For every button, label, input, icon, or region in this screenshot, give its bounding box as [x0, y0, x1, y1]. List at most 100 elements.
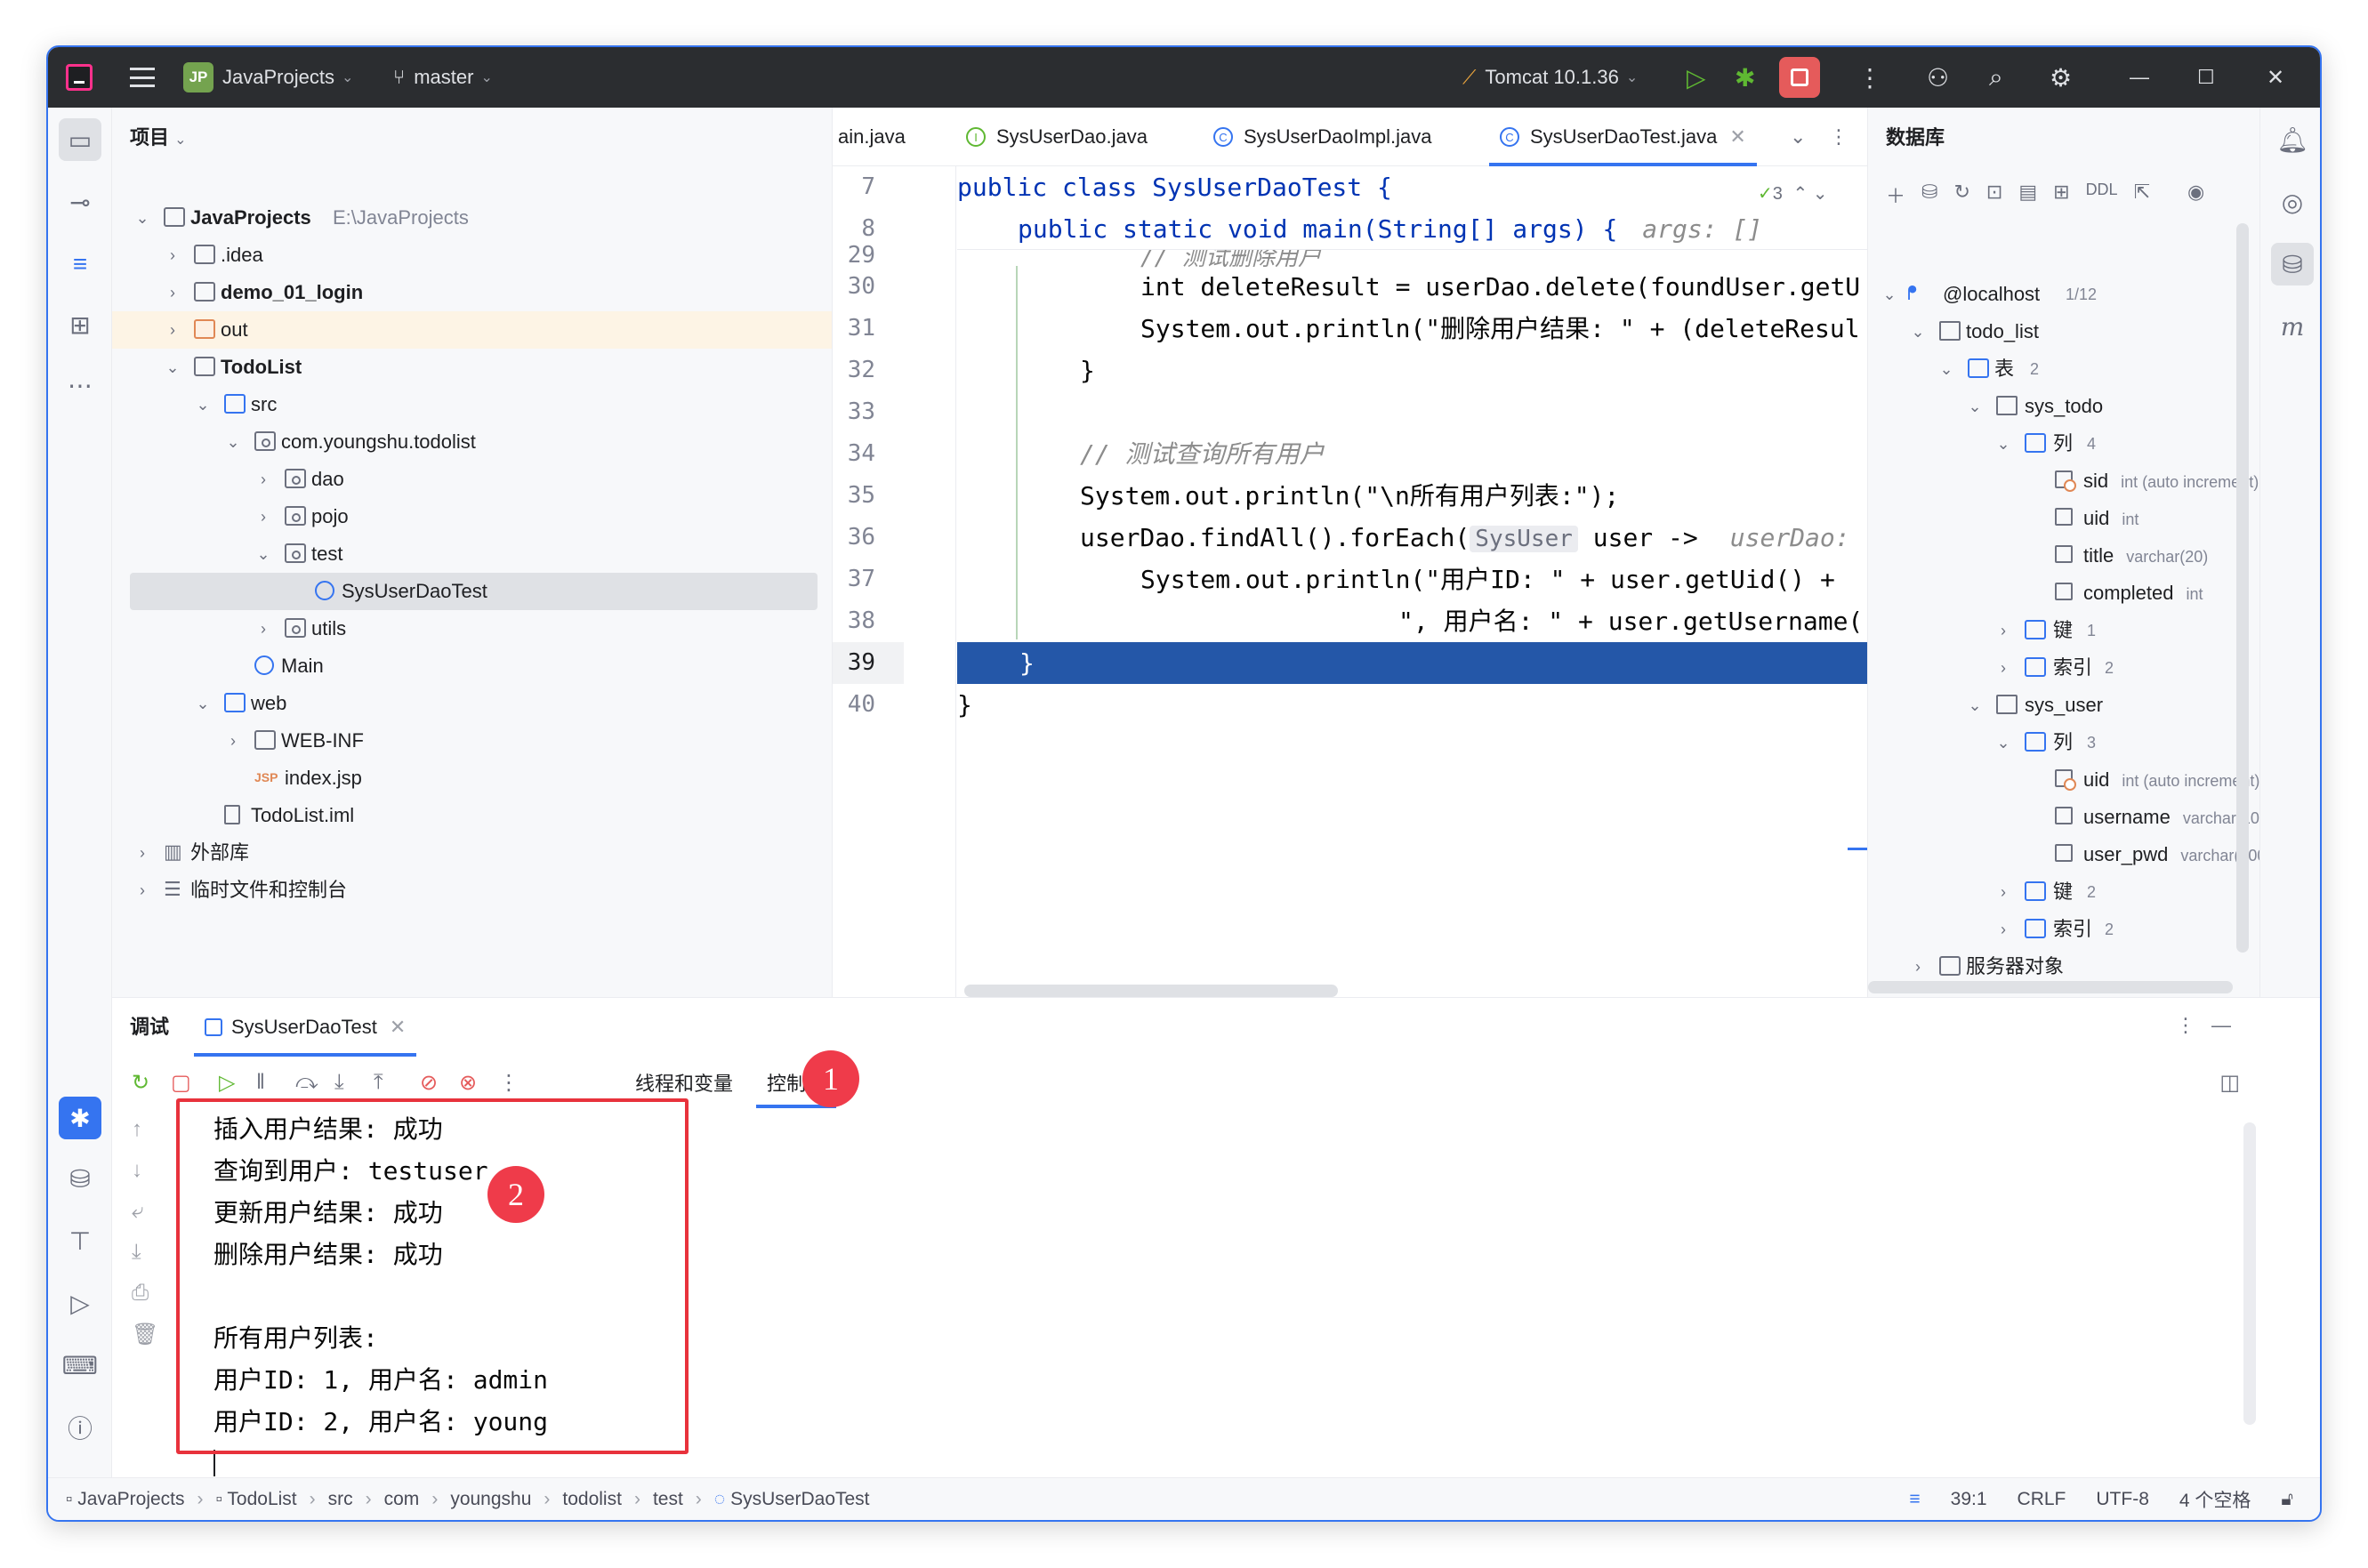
jump-icon[interactable]: ⇱	[2134, 181, 2150, 209]
ide-logo-icon[interactable]	[66, 47, 93, 108]
tab-sysuserdaoimpl[interactable]: C SysUserDaoImpl.java	[1213, 108, 1432, 166]
view-options-icon[interactable]: ◉	[2187, 181, 2204, 209]
breadcrumb-item[interactable]: ▫ JavaProjects	[66, 1489, 185, 1510]
stop-icon[interactable]: ▢	[171, 1070, 191, 1096]
mute-breakpoints-icon[interactable]: ⊗	[459, 1070, 477, 1096]
breadcrumb-item[interactable]: test	[653, 1489, 683, 1510]
code-line-40[interactable]: }	[957, 684, 972, 726]
lock-icon[interactable]: 🔓︎	[2281, 1489, 2293, 1510]
db-column-username[interactable]: username varchar(10)	[1868, 799, 2320, 836]
add-icon[interactable]: ＋	[1886, 181, 1905, 209]
code-line-36[interactable]: userDao.findAll().forEach(SysUser user -…	[1080, 517, 1850, 559]
debug-icon[interactable]: ✱	[1735, 47, 1755, 108]
layout-settings-icon[interactable]: ◫	[2219, 1070, 2240, 1096]
datasource-properties-icon[interactable]: ⛁	[1921, 181, 1937, 209]
debug-more-icon[interactable]: ⋮	[2176, 1014, 2195, 1037]
add-user-icon[interactable]: ⚇	[1927, 47, 1949, 108]
stop-refresh-icon[interactable]: ⊡	[1986, 181, 2002, 209]
code-line-31[interactable]: System.out.println("删除用户结果: " + (deleteR…	[1140, 308, 1860, 350]
structure-icon[interactable]: ≡	[1909, 1489, 1920, 1510]
db-tree-schema[interactable]: ⌄ todo_list	[1868, 313, 2320, 350]
tab-main-java[interactable]: ain.java	[838, 108, 906, 166]
debug-hide-icon[interactable]: —	[2211, 1014, 2231, 1037]
project-panel-title[interactable]: 项目 ⌄	[130, 122, 187, 150]
tree-item-test[interactable]: ⌄ test	[112, 535, 832, 573]
tree-item-src[interactable]: ⌄ src	[112, 386, 832, 423]
code-line-38[interactable]: ", 用户名: " + user.getUsername(	[1398, 600, 1863, 642]
caret-position[interactable]: 39:1	[1951, 1489, 1987, 1510]
commit-tool-icon[interactable]: ⊸	[59, 181, 101, 223]
code-area[interactable]: public class SysUserDaoTest { public sta…	[957, 166, 1867, 997]
line-separator[interactable]: CRLF	[2018, 1489, 2066, 1510]
db-tree-columns[interactable]: ⌄ 列4	[1868, 425, 2320, 462]
tree-item-out[interactable]: › out	[112, 311, 832, 349]
tree-item-todolist[interactable]: ⌄ TodoList	[112, 349, 832, 386]
build-tool-icon[interactable]: ⊤	[59, 1219, 101, 1262]
search-icon[interactable]: ⌕	[1989, 47, 2003, 108]
tab-sysuserdao[interactable]: I SysUserDao.java	[966, 108, 1148, 166]
tree-item-demo-01-login[interactable]: › demo_01_login	[112, 274, 832, 311]
tree-item-scratches[interactable]: › ☰ 临时文件和控制台	[112, 872, 832, 909]
db-tree-columns[interactable]: ⌄ 列3	[1868, 724, 2320, 761]
indent-setting[interactable]: 4 个空格	[2179, 1486, 2251, 1513]
problems-icon[interactable]: ⓘ	[59, 1406, 101, 1449]
maven-icon[interactable]: m	[2271, 305, 2314, 348]
console-scrollbar[interactable]	[2243, 1122, 2256, 1425]
db-tree-host[interactable]: ⌄ ᖰ @localhost 1/12	[1868, 276, 2320, 313]
tree-item-pojo[interactable]: › pojo	[112, 498, 832, 535]
services-icon[interactable]: ▷	[59, 1282, 101, 1324]
gear-icon[interactable]: ⚙	[2050, 47, 2072, 108]
breadcrumb-item[interactable]: src	[328, 1489, 353, 1510]
more-icon[interactable]: ⋮	[498, 1070, 520, 1096]
tree-item-todolist-iml[interactable]: TodoList.iml	[112, 797, 832, 834]
view-breakpoints-icon[interactable]: ⊘	[420, 1070, 438, 1096]
run-icon[interactable]: ▷	[1687, 47, 1706, 108]
inspection-ok-indicator[interactable]: ✓3 ⌃ ⌄	[1758, 182, 1828, 205]
ddl-button[interactable]: DDL	[2086, 181, 2118, 209]
db-tree-table-sys-user[interactable]: ⌄ sys_user	[1868, 687, 2320, 724]
breadcrumb-item[interactable]: com	[384, 1489, 420, 1510]
sticky-main-line[interactable]: public static void main(String[] args) {…	[957, 208, 1867, 250]
project-tool-icon[interactable]: ▭	[59, 118, 101, 161]
tree-item-dao[interactable]: › dao	[112, 461, 832, 498]
db-tree-tables[interactable]: ⌄ 表2	[1868, 350, 2320, 388]
db-tree-server-objects[interactable]: › 服务器对象	[1868, 948, 2320, 985]
structure-tool-icon[interactable]: ≡	[59, 243, 101, 285]
tree-item-index-jsp[interactable]: JSP index.jsp	[112, 760, 832, 797]
table-view-icon[interactable]: ⊞	[2053, 181, 2069, 209]
main-menu-button[interactable]	[130, 47, 155, 108]
db-column-uid[interactable]: uid int	[1868, 500, 2320, 537]
close-tab-icon[interactable]: ✕	[1729, 125, 1745, 149]
clear-console-icon[interactable]: 🗑︎	[132, 1322, 158, 1347]
sticky-class-line[interactable]: public class SysUserDaoTest {	[957, 166, 1867, 208]
code-line-35[interactable]: System.out.println("\n所有用户列表:");	[1080, 475, 1619, 517]
tree-item-package[interactable]: ⌄ com.youngshu.todolist	[112, 423, 832, 461]
run-config-selector[interactable]: ⟋ Tomcat 10.1.36 ⌄	[1462, 47, 1638, 108]
rerun-icon[interactable]: ↻	[132, 1070, 149, 1096]
db-column-user-pwd[interactable]: user_pwd varchar(100)	[1868, 836, 2320, 873]
code-line-34[interactable]: // 测试查询所有用户	[1080, 433, 1325, 475]
close-tab-icon[interactable]: ✕	[390, 1016, 406, 1039]
db-tree-keys[interactable]: › 键2	[1868, 873, 2320, 911]
tabs-more-icon[interactable]: ⋮	[1829, 108, 1848, 166]
notifications-icon[interactable]: 🔔︎	[2271, 118, 2314, 161]
step-over-icon[interactable]: ⤼	[295, 1070, 318, 1095]
step-into-icon[interactable]: ⤓	[334, 1070, 344, 1095]
pause-icon[interactable]: ‖	[256, 1070, 265, 1095]
tree-item-web[interactable]: ⌄ web	[112, 685, 832, 722]
db-vertical-scrollbar[interactable]	[2236, 223, 2249, 953]
refresh-icon[interactable]: ↻	[1953, 181, 1969, 209]
print-icon[interactable]: ⎙	[132, 1281, 149, 1306]
soft-wrap-icon[interactable]: ⤶	[132, 1199, 143, 1224]
ai-assistant-icon[interactable]: ◎	[2271, 181, 2314, 223]
debug-session-tab[interactable]: SysUserDaoTest ✕	[193, 998, 417, 1057]
db-column-title[interactable]: title varchar(20)	[1868, 537, 2320, 575]
breadcrumb-item[interactable]: ◌ SysUserDaoTest	[714, 1489, 870, 1510]
stop-button[interactable]	[1779, 47, 1820, 108]
code-line-32[interactable]: }	[1080, 350, 1095, 391]
minimize-icon[interactable]: —	[2130, 47, 2149, 108]
db-column-sid[interactable]: sid int (auto increment)	[1868, 462, 2320, 500]
step-out-icon[interactable]: ⤒	[374, 1070, 383, 1095]
db-tree-indexes[interactable]: › 索引 2	[1868, 911, 2320, 948]
console-icon[interactable]: ▤	[2018, 181, 2037, 209]
